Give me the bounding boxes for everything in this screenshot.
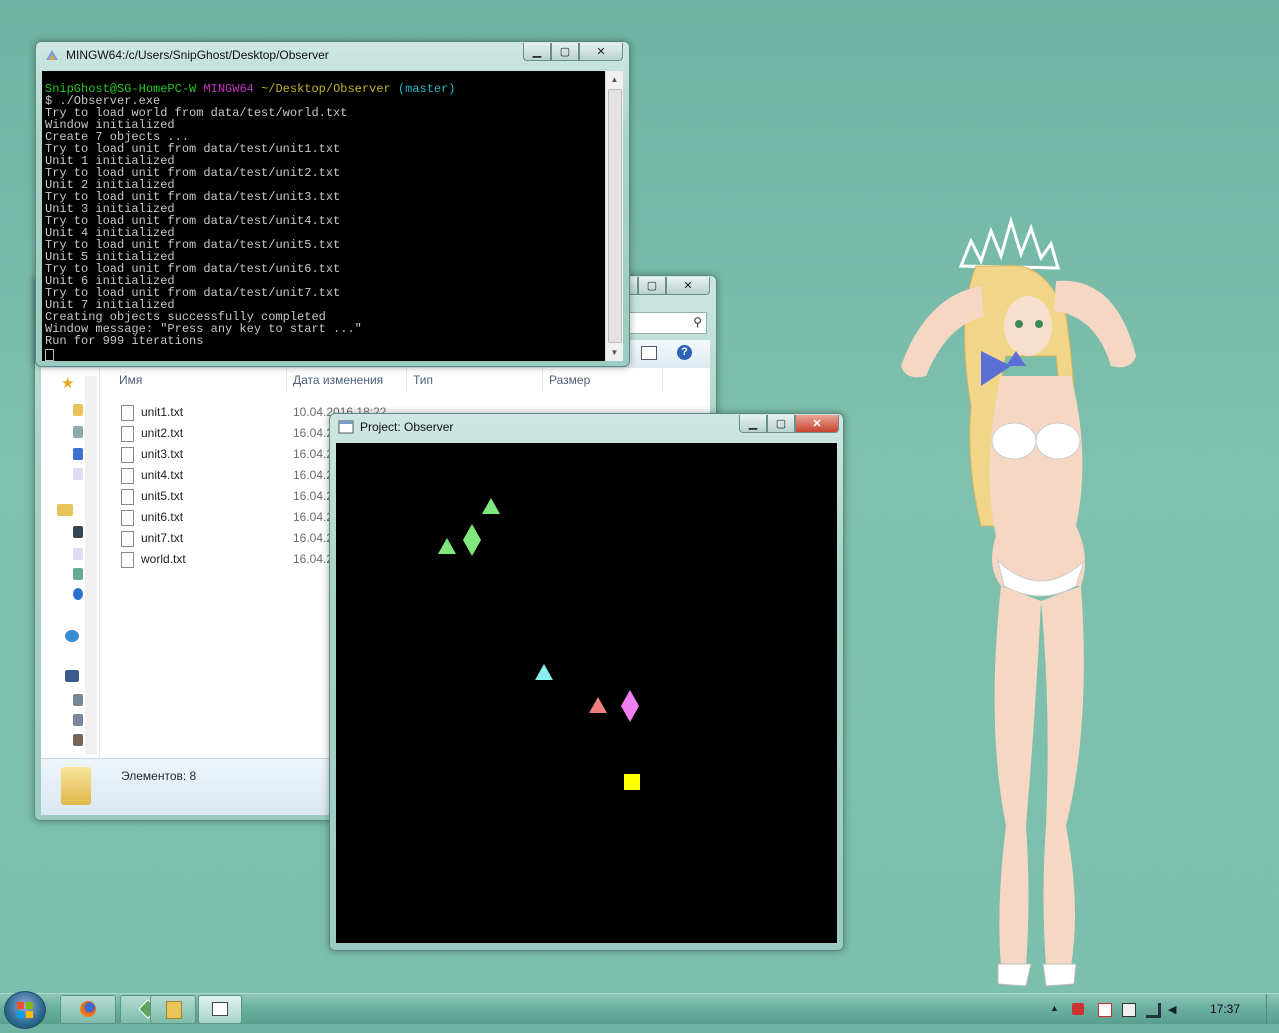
text-file-icon — [121, 426, 134, 442]
power-icon[interactable] — [1122, 1003, 1136, 1017]
observer-caption-buttons: ▁ ▢ ✕ — [739, 415, 839, 433]
text-file-icon — [121, 510, 134, 526]
taskbar-explorer[interactable] — [150, 995, 196, 1024]
video-icon[interactable] — [73, 526, 83, 538]
computer-icon[interactable] — [65, 670, 79, 682]
simulation-canvas[interactable] — [336, 443, 837, 943]
signal-icon[interactable] — [1146, 1003, 1161, 1018]
disk-icon[interactable] — [73, 694, 83, 706]
document-icon[interactable] — [73, 468, 83, 480]
maximize-button[interactable]: ▢ — [767, 415, 795, 433]
text-cursor — [45, 349, 54, 361]
picture-icon[interactable] — [73, 568, 83, 580]
close-button[interactable]: ✕ — [795, 415, 839, 433]
help-icon[interactable]: ? — [677, 345, 692, 360]
start-button[interactable] — [4, 991, 46, 1029]
terminal-line: Run for 999 iterations — [45, 334, 204, 348]
item-count: Элементов: 8 — [121, 769, 197, 783]
scroll-down-icon[interactable]: ▼ — [606, 344, 623, 361]
clock[interactable]: 17:37 — [1210, 1002, 1240, 1016]
column-size[interactable]: Размер — [543, 368, 663, 392]
window-title: MINGW64:/c/Users/SnipGhost/Desktop/Obser… — [66, 48, 329, 62]
close-button[interactable]: ✕ — [666, 277, 710, 295]
firefox-icon — [80, 1001, 96, 1017]
terminal-titlebar[interactable]: MINGW64:/c/Users/SnipGhost/Desktop/Obser… — [36, 42, 629, 68]
disk-icon[interactable] — [73, 734, 83, 746]
diamond-unit — [621, 690, 639, 722]
column-type[interactable]: Тип — [407, 368, 543, 392]
app-window-icon — [338, 420, 354, 434]
observer-titlebar[interactable]: Project: Observer ▁ ▢ ✕ — [330, 414, 843, 440]
show-hidden-icons[interactable]: ▲ — [1050, 1003, 1062, 1015]
favorites-star-icon[interactable]: ★ — [61, 374, 74, 392]
column-name[interactable]: Имя — [113, 368, 287, 392]
music-icon[interactable] — [73, 588, 83, 600]
explorer-icon — [166, 1001, 182, 1019]
text-file-icon — [121, 405, 134, 421]
square-unit — [624, 774, 640, 790]
terminal-lines: $ ./Observer.exe Try to load world from … — [45, 94, 362, 348]
scroll-thumb[interactable] — [608, 89, 622, 343]
minimize-button[interactable]: ▁ — [523, 43, 551, 61]
window-icon — [212, 1002, 228, 1016]
document-icon[interactable] — [73, 548, 83, 560]
column-date[interactable]: Дата изменения — [287, 368, 407, 392]
maximize-button[interactable]: ▢ — [638, 277, 666, 295]
triangle-unit — [535, 664, 553, 680]
volume-icon[interactable]: ◀ — [1168, 1003, 1180, 1016]
homegroup-icon[interactable] — [65, 630, 79, 642]
taskbar-observer[interactable] — [198, 995, 242, 1024]
text-file-icon — [121, 552, 134, 568]
network-error-icon[interactable] — [1098, 1003, 1112, 1017]
terminal-caption-buttons: ▁ ▢ ✕ — [523, 43, 623, 61]
triangle-unit — [589, 697, 607, 713]
taskbar-firefox[interactable] — [60, 995, 116, 1024]
maximize-button[interactable]: ▢ — [551, 43, 579, 61]
close-button[interactable]: ✕ — [579, 43, 623, 61]
scroll-up-icon[interactable]: ▲ — [606, 71, 623, 88]
terminal-output[interactable]: SnipGhost@SG-HomePC-W MINGW64 ~/Desktop/… — [42, 71, 623, 361]
text-file-icon — [121, 447, 134, 463]
terminal-window[interactable]: MINGW64:/c/Users/SnipGhost/Desktop/Obser… — [35, 41, 630, 367]
minimize-button[interactable]: ▁ — [739, 415, 767, 433]
triangle-unit — [482, 498, 500, 514]
observer-window[interactable]: Project: Observer ▁ ▢ ✕ — [329, 413, 844, 951]
triangle-unit — [438, 538, 456, 554]
text-file-icon — [121, 468, 134, 484]
mingw-icon — [46, 50, 58, 60]
show-desktop-button[interactable] — [1266, 994, 1279, 1024]
terminal-scrollbar[interactable]: ▲ ▼ — [605, 71, 623, 361]
disk-icon[interactable] — [73, 714, 83, 726]
text-file-icon — [121, 489, 134, 505]
window-title: Project: Observer — [360, 420, 454, 434]
nav-scrollbar[interactable] — [85, 376, 97, 754]
preview-pane-icon[interactable] — [641, 346, 657, 360]
search-icon[interactable]: ⚲ — [693, 315, 702, 329]
search-input[interactable]: ⚲ — [625, 312, 707, 334]
terminal-text: SnipGhost@SG-HomePC-W MINGW64 ~/Desktop/… — [45, 82, 456, 348]
text-file-icon — [121, 531, 134, 547]
wallpaper-character — [901, 215, 1136, 987]
diamond-unit — [463, 524, 481, 556]
taskbar: ▲ ◀ 17:37 — [0, 991, 1279, 1029]
action-center-icon[interactable] — [1072, 1003, 1084, 1015]
desktop-icon[interactable] — [73, 448, 83, 460]
libraries-icon[interactable] — [57, 504, 73, 516]
network-icon[interactable] — [73, 426, 83, 438]
folder-icon[interactable] — [73, 404, 83, 416]
folder-icon — [61, 767, 91, 805]
navigation-pane[interactable]: ★ — [41, 368, 100, 758]
